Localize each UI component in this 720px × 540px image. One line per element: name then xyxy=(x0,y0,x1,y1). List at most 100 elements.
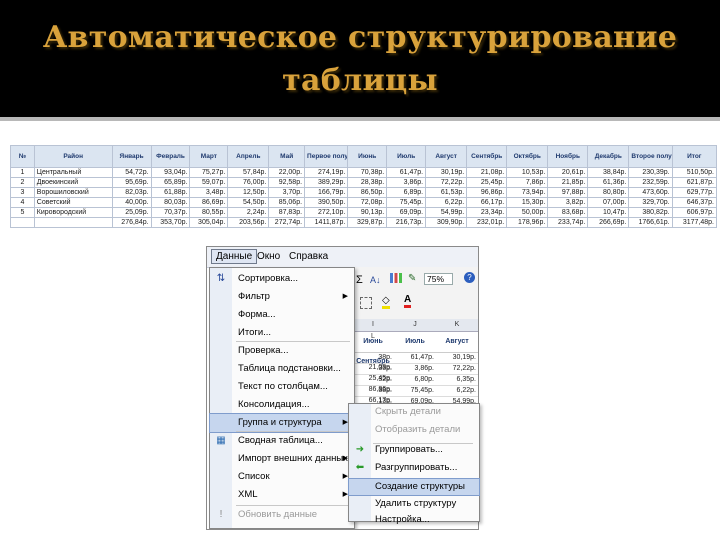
submenu-item[interactable]: Скрыть детали xyxy=(349,404,479,420)
fill-color-icon[interactable]: ◇ xyxy=(382,295,390,309)
grid-cell[interactable]: 38р. xyxy=(352,386,394,396)
table-cell: 233,74р. xyxy=(547,217,589,228)
column-subheader: Август xyxy=(445,338,469,345)
ungroup-icon: ⬅ xyxy=(355,462,365,473)
menu-help[interactable]: Справка xyxy=(289,251,328,262)
menu-item[interactable]: Текст по столбцам... xyxy=(210,378,354,396)
drawing-icon[interactable]: ✎ xyxy=(408,273,416,284)
menu-data[interactable]: Данные xyxy=(211,249,258,264)
column-subheaders: Июнь Июль АвгустСентябрь xyxy=(352,332,478,365)
menu-item[interactable]: ! Обновить данные xyxy=(210,506,354,524)
column-header: Февраль xyxy=(150,145,191,168)
table-cell: 87,83р. xyxy=(268,207,306,218)
column-header: Июль xyxy=(386,145,427,168)
column-header: Август xyxy=(425,145,468,168)
grid-row: 38р. 61,47р. 30,19р.21,08р. xyxy=(352,353,478,371)
menu-item-label: Консолидация... xyxy=(238,399,310,410)
submenu-item[interactable]: Отобразить детали xyxy=(349,422,479,438)
grid-cell[interactable]: 61,47р. xyxy=(394,353,436,363)
column-letter[interactable]: I xyxy=(352,319,394,331)
table-cell: 61,88р. xyxy=(150,187,191,198)
column-header: Январь xyxy=(111,145,152,168)
grid-cell[interactable]: 75,45р. xyxy=(394,386,436,396)
submenu-item[interactable]: ⬅ Разгруппировать... xyxy=(349,460,479,476)
table-cell: 166,79р. xyxy=(304,187,349,198)
table-cell: 54,99р. xyxy=(425,207,468,218)
table-cell: 3177,48р. xyxy=(671,217,718,228)
submenu-item[interactable]: Создание структуры xyxy=(348,478,480,496)
table-cell: 96,86р. xyxy=(466,187,508,198)
table-cell: 230,39р. xyxy=(628,167,673,178)
table-cell: Ворошиловский xyxy=(33,187,113,198)
grid-cell[interactable]: 3,86р. xyxy=(394,364,436,374)
table-cell: 54,72р. xyxy=(111,167,152,178)
grid-cell[interactable]: 32р. xyxy=(352,375,394,385)
table-cell: 30,19р. xyxy=(425,167,468,178)
column-header: Март xyxy=(189,145,229,168)
grid-cell[interactable]: 33р. xyxy=(352,364,394,374)
sum-icon[interactable]: Σ xyxy=(356,274,363,286)
data-table: № Район Январь Февраль Март Апрель Май Первое п… xyxy=(10,145,718,228)
column-letter[interactable]: K xyxy=(436,319,478,331)
menu-item[interactable]: XML ▶ xyxy=(210,486,354,504)
column-letter[interactable]: J xyxy=(394,319,436,331)
grid-cell[interactable]: 6,35р. xyxy=(436,375,478,385)
submenu-item[interactable]: Удалить структуру xyxy=(349,496,479,512)
borders-icon[interactable] xyxy=(360,297,372,309)
table-header-row: № Район Январь Февраль Март Апрель Май Первое п… xyxy=(10,145,718,168)
menu-item[interactable]: Список ▶ xyxy=(210,468,354,486)
menu-item[interactable]: Фильтр ▶ xyxy=(210,288,354,306)
sort-ascending-icon[interactable]: А↓ xyxy=(370,275,381,285)
column-header: Итог xyxy=(671,145,718,168)
submenu-item[interactable]: ➜ Группировать... xyxy=(349,442,479,458)
table-row: 2 Двоекинский 95,69р. 65,89р. 59,07р. 76,00р.… xyxy=(10,177,718,188)
table-cell: 40,00р. xyxy=(111,197,152,208)
font-color-icon[interactable]: A xyxy=(404,294,412,308)
menu-item-label: Итоги... xyxy=(238,327,272,338)
table-cell: 7,86р. xyxy=(506,177,549,188)
menu-window[interactable]: Окно xyxy=(257,251,280,262)
submenu-item[interactable]: Настройка... xyxy=(349,512,479,528)
table-cell: 10,53р. xyxy=(506,167,549,178)
grid-cell[interactable]: 72,22р. xyxy=(436,364,478,374)
table-cell: 1 xyxy=(10,167,35,178)
table-cell xyxy=(33,217,113,228)
table-cell: 15,30р. xyxy=(506,197,549,208)
title-divider xyxy=(0,117,720,121)
menu-item[interactable]: ⇅ Сортировка... xyxy=(210,270,354,288)
menu-item[interactable]: ▦ Сводная таблица... xyxy=(210,432,354,450)
grid-cell[interactable]: 38р. xyxy=(352,353,394,363)
table-cell: 272,74р. xyxy=(268,217,306,228)
menu-item[interactable]: Таблица подстановки... xyxy=(210,360,354,378)
menu-item[interactable]: Консолидация... xyxy=(210,396,354,414)
table-cell: 25,45р. xyxy=(466,177,508,188)
table-cell: 75,27р. xyxy=(189,167,229,178)
table-cell: 83,68р. xyxy=(547,207,589,218)
grid-cell[interactable]: 6,22р. xyxy=(436,386,478,396)
table-cell: 329,70р. xyxy=(628,197,673,208)
table-cell: 390,50р. xyxy=(304,197,349,208)
menu-item[interactable]: Итоги... xyxy=(210,324,354,342)
column-subheader: Июнь xyxy=(363,338,383,345)
table-cell: 216,73р. xyxy=(386,217,427,228)
table-row: 5 Кировородский 25,09р. 70,37р. 80,55р. 2,24р… xyxy=(10,207,718,218)
menu-item[interactable]: Группа и структура ▶ xyxy=(209,413,355,433)
grid-cell[interactable]: 30,19р. xyxy=(436,353,478,363)
menu-item[interactable]: Проверка... xyxy=(210,342,354,360)
table-cell: 606,97р. xyxy=(671,207,718,218)
table-cell: 5 xyxy=(10,207,35,218)
menu-item[interactable]: Форма... xyxy=(210,306,354,324)
table-cell: 1766,61р. xyxy=(628,217,673,228)
zoom-box[interactable]: 75% xyxy=(424,273,454,285)
submenu-arrow-icon: ▶ xyxy=(342,293,348,300)
table-cell: 629,77р. xyxy=(671,187,718,198)
chart-icon[interactable] xyxy=(390,273,402,283)
menu-item[interactable]: Импорт внешних данных ▶ xyxy=(210,450,354,468)
table-cell: 90,13р. xyxy=(347,207,388,218)
help-icon[interactable]: ? xyxy=(464,272,475,283)
data-menu-dropdown: ⇅ Сортировка... Фильтр ▶ Форма... Итоги... Про… xyxy=(209,267,355,529)
submenu-item-label: Отобразить детали xyxy=(375,424,461,435)
table-cell: 1411,87р. xyxy=(304,217,349,228)
grid-cell[interactable]: 6,80р. xyxy=(394,375,436,385)
table-cell: 10,47р. xyxy=(587,207,630,218)
